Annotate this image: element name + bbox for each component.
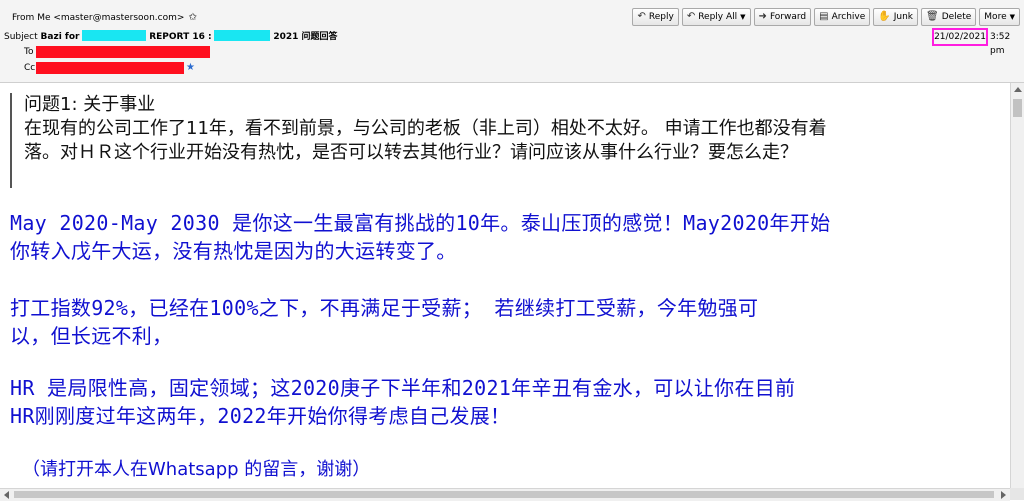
answer-para1-line2: 你转入戊午大运，没有热忱是因为的大运转变了。 [10, 239, 457, 263]
to-redaction [36, 46, 210, 58]
reply-all-label: Reply All [698, 12, 738, 22]
cc-redaction [36, 62, 184, 74]
delete-button[interactable]: 🗑 Delete [921, 8, 977, 26]
answer-para3-line1: HR 是局限性高，固定领域；这2020庚子下半年和2021年辛丑有金水，可以让你… [10, 376, 796, 400]
subject-text-part3: 2021 问题回答 [273, 32, 338, 42]
message-body: 问题1: 关于事业 在现有的公司工作了11年，看不到前景，与公司的老板（非上司）… [0, 83, 1010, 488]
answer-para1-line1: May 2020-May 2030 是你这一生最富有挑战的10年。泰山压顶的感觉… [10, 211, 831, 235]
closing-note: （请打开本人在Whatsapp 的留言，谢谢） [22, 459, 371, 480]
vertical-scroll-thumb[interactable] [1013, 99, 1022, 117]
answer-para2-line1: 打工指数92%，已经在100%之下，不再满足于受薪； 若继续打工受薪，今年勉强可 [10, 296, 759, 320]
question-title: 问题1: 关于事业 [24, 94, 156, 115]
junk-label: Junk [893, 12, 914, 22]
to-label: To [24, 47, 34, 57]
reply-label: Reply [648, 12, 674, 22]
scroll-up-icon[interactable] [1014, 87, 1022, 92]
subject-label: Subject [4, 32, 38, 42]
subject-row: Subject Bazi for REPORT 16 : 2021 问题回答 [4, 30, 338, 43]
reply-button[interactable]: ↶ Reply [632, 8, 679, 26]
more-button[interactable]: More ▼ [979, 8, 1020, 26]
delete-label: Delete [941, 12, 972, 22]
subject-redaction-2 [214, 30, 271, 41]
horizontal-scroll-thumb[interactable] [14, 491, 994, 498]
junk-button[interactable]: ✋ Junk [873, 8, 919, 26]
star-icon[interactable]: ✩ [187, 12, 198, 24]
from-label: From [12, 13, 35, 23]
archive-icon: ▤ [819, 11, 829, 22]
answer-para3-line2: HR刚刚度过年这两年，2022年开始你得考虑自己发展！ [10, 404, 511, 428]
answer-para2-line2: 以，但长远不利， [10, 324, 173, 348]
star-icon-cc[interactable]: ★ [186, 62, 195, 73]
more-label: More [984, 12, 1007, 22]
scroll-right-icon[interactable] [1001, 491, 1006, 499]
subject-text-part1: Bazi for [40, 32, 80, 42]
forward-icon: ➜ [758, 11, 767, 22]
archive-button[interactable]: ▤ Archive [814, 8, 871, 26]
vertical-scrollbar[interactable] [1010, 83, 1024, 488]
message-toolbar: ↶ Reply ↶ Reply All ▼ ➜ Forward ▤ Archiv… [632, 8, 1020, 26]
scrollbar-corner [1010, 488, 1024, 500]
chevron-down-icon[interactable]: ▼ [740, 9, 745, 25]
question-line-1: 在现有的公司工作了11年，看不到前景，与公司的老板（非上司）相处不太好。 申请工… [24, 118, 827, 139]
from-value[interactable]: Me <master@mastersoon.com> [37, 13, 184, 23]
trash-icon: 🗑 [926, 11, 939, 22]
cc-label: Cc [24, 63, 36, 73]
forward-label: Forward [769, 12, 807, 22]
reply-all-button[interactable]: ↶ Reply All ▼ [681, 8, 751, 26]
reply-icon: ↶ [637, 11, 646, 22]
quoted-question: 问题1: 关于事业 在现有的公司工作了11年，看不到前景，与公司的老板（非上司）… [10, 93, 1002, 188]
junk-icon: ✋ [878, 11, 891, 22]
subject-text-part2: REPORT 16 : [149, 32, 212, 42]
from-row: From Me <master@mastersoon.com> ✩ [12, 12, 198, 24]
question-line-2: 落。对ＨＲ这个行业开始没有热忱，是否可以转去其他行业？请问应该从事什么行业？要怎… [24, 142, 798, 163]
horizontal-scrollbar[interactable] [0, 488, 1010, 501]
chevron-down-icon: ▼ [1009, 13, 1015, 21]
subject-redaction-1 [82, 30, 147, 41]
message-header: From Me <master@mastersoon.com> ✩ Subjec… [0, 0, 1024, 83]
scroll-left-icon[interactable] [4, 491, 9, 499]
reply-all-icon: ↶ [686, 11, 696, 22]
message-time: 3:52 pm [990, 32, 1011, 56]
message-date: 21/02/2021 [932, 28, 988, 46]
archive-label: Archive [831, 12, 866, 22]
forward-button[interactable]: ➜ Forward [753, 8, 812, 26]
